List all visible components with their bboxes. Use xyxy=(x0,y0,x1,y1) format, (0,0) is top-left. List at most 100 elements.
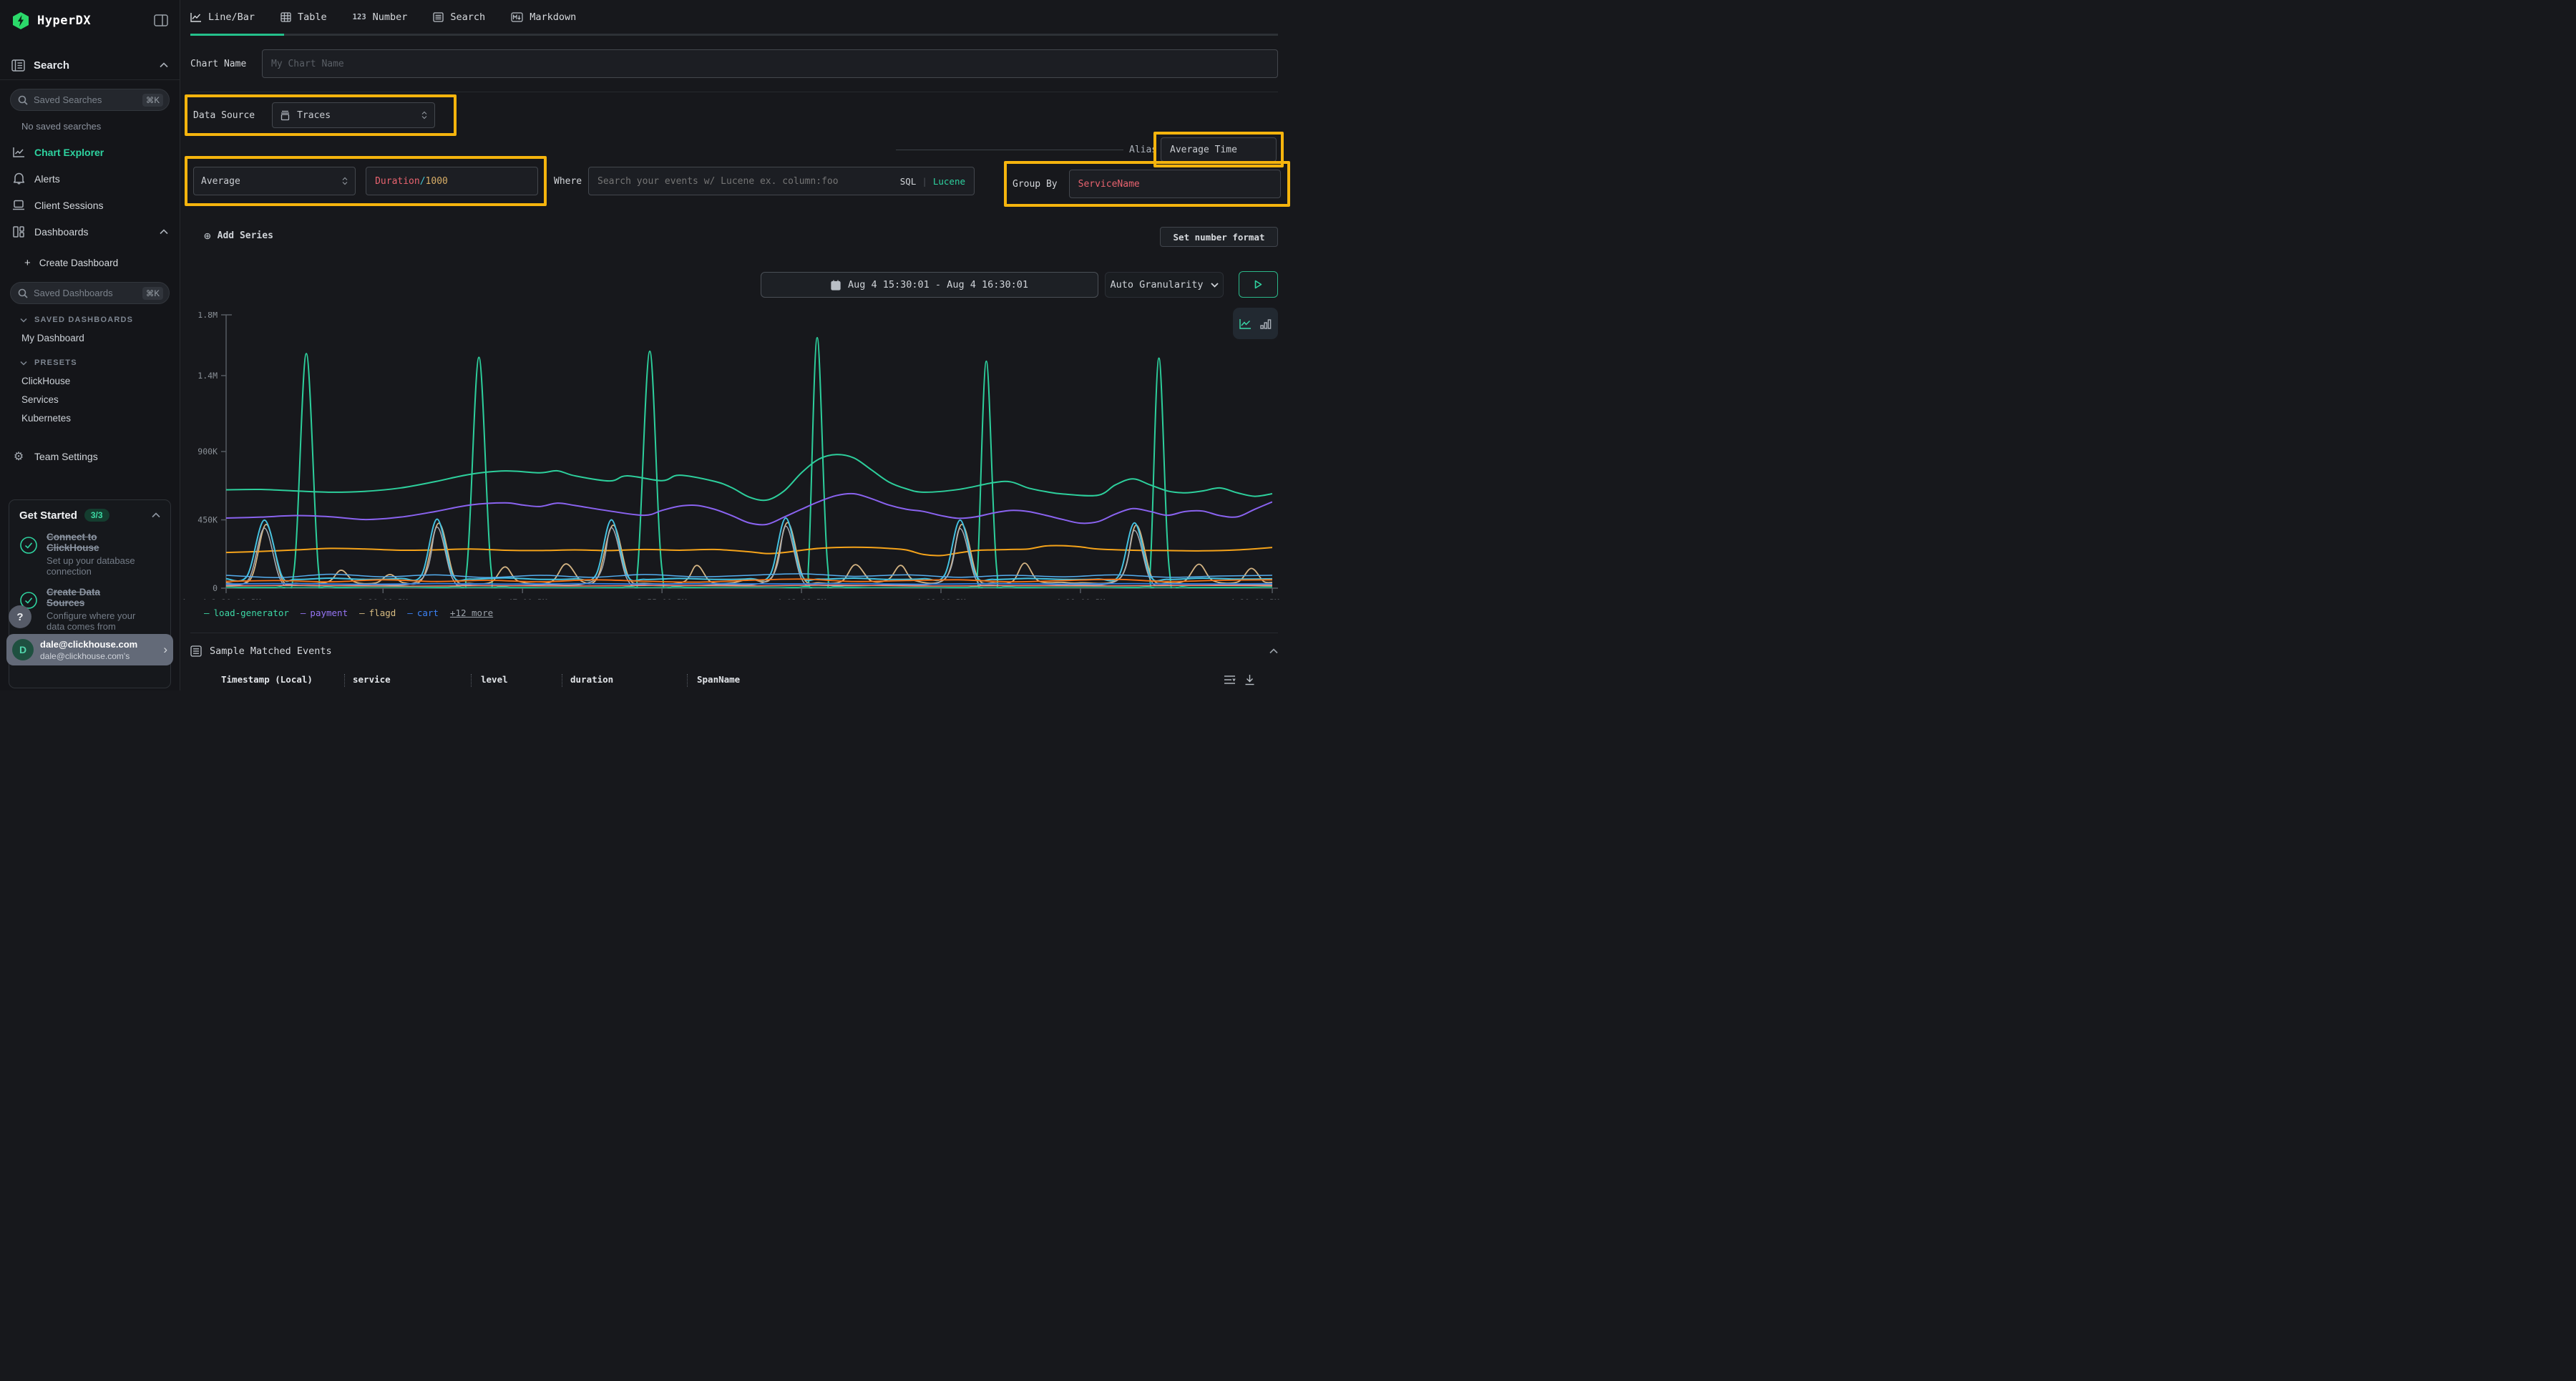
collapse-chevron-icon[interactable] xyxy=(1269,648,1278,654)
line-chart-icon xyxy=(190,12,202,22)
sidebar-item-dashboards[interactable]: Dashboards xyxy=(0,218,180,245)
svg-text:4:30:00 PM: 4:30:00 PM xyxy=(1230,597,1279,600)
legend-item[interactable]: —flagd xyxy=(359,607,396,618)
chevron-down-icon xyxy=(20,361,27,366)
plus-icon: + xyxy=(24,257,31,269)
where-input[interactable] xyxy=(597,176,900,187)
chevron-up-icon[interactable] xyxy=(160,62,168,68)
tab-table[interactable]: Table xyxy=(280,11,327,23)
laptop-icon xyxy=(11,200,26,210)
table-options-icon[interactable] xyxy=(1224,674,1236,685)
set-number-format-button[interactable]: Set number format xyxy=(1160,227,1278,247)
step-title: Create Data Sources xyxy=(47,587,140,608)
column-service[interactable]: service xyxy=(353,674,391,685)
group-by-label: Group By xyxy=(1013,179,1058,190)
legend-item[interactable]: —load-generator xyxy=(204,607,289,618)
create-dashboard-button[interactable]: + Create Dashboard xyxy=(0,249,180,276)
saved-searches-search[interactable]: ⌘K xyxy=(10,89,170,111)
data-source-highlight: Data Source Traces xyxy=(185,94,457,136)
field-expression-input[interactable]: Duration/1000 xyxy=(366,167,538,195)
search-icon xyxy=(18,95,28,105)
get-started-title: Get Started xyxy=(19,509,77,522)
lucene-mode-button[interactable]: Lucene xyxy=(933,176,965,187)
data-source-select[interactable]: Traces xyxy=(272,102,435,128)
brand-title: HyperDX xyxy=(37,14,154,28)
svg-text:900K: 900K xyxy=(197,446,218,457)
sidebar-item-team-settings[interactable]: ⚙ Team Settings xyxy=(0,443,180,469)
group-by-input[interactable] xyxy=(1069,170,1281,198)
sidebar-section-search[interactable]: Search xyxy=(0,51,180,79)
user-menu[interactable]: D dale@clickhouse.com dale@clickhouse.co… xyxy=(6,634,173,665)
sql-mode-button[interactable]: SQL xyxy=(900,176,917,187)
search-section-icon xyxy=(11,59,25,72)
saved-dashboards-search[interactable]: ⌘K xyxy=(10,282,170,304)
select-chevrons-icon xyxy=(421,111,427,119)
svg-text:Aug 4 3:30:00 PM: Aug 4 3:30:00 PM xyxy=(182,597,261,600)
sidebar-item-alerts[interactable]: Alerts xyxy=(0,165,180,192)
alias-input[interactable] xyxy=(1161,137,1277,162)
column-spanname[interactable]: SpanName xyxy=(697,674,740,685)
tab-track xyxy=(190,34,1278,36)
chart-name-input[interactable] xyxy=(262,49,1278,78)
get-started-step-1[interactable]: Connect to ClickHouse Set up your databa… xyxy=(19,532,160,577)
get-started-progress-badge: 3/3 xyxy=(84,509,109,522)
run-query-button[interactable] xyxy=(1239,271,1278,298)
svg-text:1.4M: 1.4M xyxy=(197,371,218,381)
step-subtitle: Set up your database connection xyxy=(47,555,154,577)
group-saved-dashboards[interactable]: SAVED DASHBOARDS xyxy=(0,311,180,328)
date-range-text: Aug 4 15:30:01 - Aug 4 16:30:01 xyxy=(848,279,1028,291)
check-circle-icon xyxy=(19,536,38,555)
group-presets[interactable]: PRESETS xyxy=(0,354,180,371)
question-icon: ? xyxy=(16,611,23,623)
date-range-picker[interactable]: Aug 4 15:30:01 - Aug 4 16:30:01 xyxy=(761,272,1098,298)
download-icon[interactable] xyxy=(1244,674,1255,685)
sidebar-item-chart-explorer[interactable]: Chart Explorer xyxy=(0,139,180,165)
dashboard-item-my-dashboard[interactable]: My Dashboard xyxy=(0,328,180,347)
chevron-up-icon[interactable] xyxy=(152,512,160,518)
table-icon xyxy=(280,12,291,22)
chart-explorer-icon xyxy=(11,147,26,157)
help-button[interactable]: ? xyxy=(9,605,31,628)
svg-text:450K: 450K xyxy=(197,515,218,525)
svg-text:0: 0 xyxy=(213,583,218,593)
granularity-select[interactable]: Auto Granularity xyxy=(1105,272,1224,298)
preset-kubernetes[interactable]: Kubernetes xyxy=(0,409,180,427)
column-level[interactable]: level xyxy=(481,674,508,685)
preset-services[interactable]: Services xyxy=(0,390,180,409)
preset-clickhouse[interactable]: ClickHouse xyxy=(0,371,180,390)
chart-legend: —load-generator —payment —flagd —cart +12 mo… xyxy=(204,607,493,618)
legend-more-link[interactable]: +12 more xyxy=(450,607,493,618)
column-timestamp[interactable]: Timestamp (Local) xyxy=(221,674,313,685)
where-search-input[interactable]: SQL | Lucene xyxy=(588,167,975,195)
chevron-down-icon xyxy=(1211,283,1219,288)
circle-plus-icon: ⊕ xyxy=(204,229,211,243)
tab-number[interactable]: 123 Number xyxy=(353,11,408,23)
sample-events-header[interactable]: Sample Matched Events xyxy=(190,645,1278,657)
legend-item[interactable]: —payment xyxy=(301,607,348,618)
user-email: dale@clickhouse.com xyxy=(40,639,137,650)
avatar: D xyxy=(12,639,34,660)
column-duration[interactable]: duration xyxy=(570,674,613,685)
gear-icon: ⚙ xyxy=(11,449,26,464)
tab-line-bar[interactable]: Line/Bar xyxy=(190,11,255,23)
aggregation-select[interactable]: Average xyxy=(193,167,356,195)
saved-dashboards-input[interactable] xyxy=(34,288,127,298)
timeseries-chart[interactable]: 1.8M1.4M900K450K0Aug 4 3:30:00 PM3:39:00… xyxy=(180,312,1288,600)
add-series-button[interactable]: ⊕ Add Series xyxy=(204,229,273,243)
tab-markdown[interactable]: Markdown xyxy=(511,11,576,23)
tab-search[interactable]: Search xyxy=(433,11,485,23)
legend-item[interactable]: —cart xyxy=(407,607,439,618)
get-started-step-2[interactable]: Create Data Sources Configure where your… xyxy=(19,587,160,632)
sidebar: HyperDX Search ⌘K No saved searches Char… xyxy=(0,0,180,690)
hyperdx-logo-icon xyxy=(11,11,30,30)
svg-text:1.8M: 1.8M xyxy=(197,312,218,320)
svg-text:4:19:00 PM: 4:19:00 PM xyxy=(1055,597,1105,600)
saved-searches-input[interactable] xyxy=(34,94,127,105)
sidebar-item-client-sessions[interactable]: Client Sessions xyxy=(0,192,180,218)
step-subtitle: Configure where your data comes from xyxy=(47,610,154,632)
play-icon xyxy=(1254,280,1262,289)
chevron-up-icon[interactable] xyxy=(160,229,168,235)
collapse-sidebar-icon[interactable] xyxy=(154,14,168,26)
hyperdx-app: HyperDX Search ⌘K No saved searches Char… xyxy=(0,0,1288,690)
list-icon xyxy=(190,645,202,657)
